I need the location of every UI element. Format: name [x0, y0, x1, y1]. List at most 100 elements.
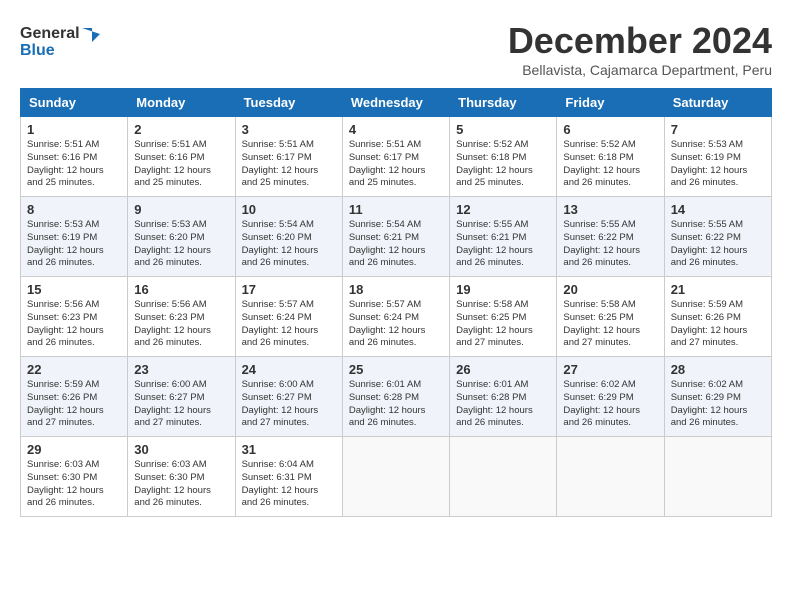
day-number: 28	[671, 362, 765, 377]
day-info: Sunrise: 5:53 AM Sunset: 6:20 PM Dayligh…	[134, 219, 228, 270]
day-info: Sunrise: 6:02 AM Sunset: 6:29 PM Dayligh…	[671, 379, 765, 430]
day-number: 5	[456, 122, 550, 137]
day-info: Sunrise: 5:52 AM Sunset: 6:18 PM Dayligh…	[563, 139, 657, 190]
calendar-week-row: 29 Sunrise: 6:03 AM Sunset: 6:30 PM Dayli…	[21, 437, 772, 517]
title-block: December 2024 Bellavista, Cajamarca Depa…	[508, 20, 772, 78]
day-number: 2	[134, 122, 228, 137]
day-number: 14	[671, 202, 765, 217]
day-number: 21	[671, 282, 765, 297]
calendar-cell: 24Sunrise: 6:00 AM Sunset: 6:27 PM Dayli…	[235, 357, 342, 437]
calendar-week-row: 1Sunrise: 5:51 AM Sunset: 6:16 PM Daylig…	[21, 117, 772, 197]
day-number: 15	[27, 282, 121, 297]
day-number: 31	[242, 442, 336, 457]
day-number: 24	[242, 362, 336, 377]
day-info: Sunrise: 5:51 AM Sunset: 6:17 PM Dayligh…	[242, 139, 336, 190]
calendar-cell: 8Sunrise: 5:53 AM Sunset: 6:19 PM Daylig…	[21, 197, 128, 277]
calendar-cell: 28 Sunrise: 6:02 AM Sunset: 6:29 PM Dayli…	[664, 357, 771, 437]
column-header-sunday: Sunday	[21, 89, 128, 117]
day-number: 29	[27, 442, 121, 457]
calendar-cell: 22Sunrise: 5:59 AM Sunset: 6:26 PM Dayli…	[21, 357, 128, 437]
calendar-cell	[664, 437, 771, 517]
day-number: 27	[563, 362, 657, 377]
calendar-header-row: SundayMondayTuesdayWednesdayThursdayFrid…	[21, 89, 772, 117]
day-number: 4	[349, 122, 443, 137]
calendar-cell: 21 Sunrise: 5:59 AM Sunset: 6:26 PM Dayli…	[664, 277, 771, 357]
day-number: 30	[134, 442, 228, 457]
calendar-cell: 27Sunrise: 6:02 AM Sunset: 6:29 PM Dayli…	[557, 357, 664, 437]
day-info: Sunrise: 5:58 AM Sunset: 6:25 PM Dayligh…	[563, 299, 657, 350]
day-number: 23	[134, 362, 228, 377]
calendar-cell: 16Sunrise: 5:56 AM Sunset: 6:23 PM Dayli…	[128, 277, 235, 357]
day-info: Sunrise: 5:51 AM Sunset: 6:17 PM Dayligh…	[349, 139, 443, 190]
day-info: Sunrise: 5:57 AM Sunset: 6:24 PM Dayligh…	[242, 299, 336, 350]
calendar-cell: 31 Sunrise: 6:04 AM Sunset: 6:31 PM Dayli…	[235, 437, 342, 517]
day-info: Sunrise: 5:51 AM Sunset: 6:16 PM Dayligh…	[134, 139, 228, 190]
day-info: Sunrise: 5:55 AM Sunset: 6:22 PM Dayligh…	[563, 219, 657, 270]
day-info: Sunrise: 5:59 AM Sunset: 6:26 PM Dayligh…	[671, 299, 765, 350]
location: Bellavista, Cajamarca Department, Peru	[508, 62, 772, 78]
day-info: Sunrise: 5:55 AM Sunset: 6:22 PM Dayligh…	[671, 219, 765, 270]
calendar-week-row: 8Sunrise: 5:53 AM Sunset: 6:19 PM Daylig…	[21, 197, 772, 277]
calendar-cell: 5 Sunrise: 5:52 AM Sunset: 6:18 PM Daylig…	[450, 117, 557, 197]
day-number: 22	[27, 362, 121, 377]
day-number: 20	[563, 282, 657, 297]
day-info: Sunrise: 5:56 AM Sunset: 6:23 PM Dayligh…	[134, 299, 228, 350]
calendar-cell: 17 Sunrise: 5:57 AM Sunset: 6:24 PM Dayli…	[235, 277, 342, 357]
logo: General Blue	[20, 20, 100, 60]
day-info: Sunrise: 5:52 AM Sunset: 6:18 PM Dayligh…	[456, 139, 550, 190]
calendar-cell: 18Sunrise: 5:57 AM Sunset: 6:24 PM Dayli…	[342, 277, 449, 357]
day-info: Sunrise: 6:03 AM Sunset: 6:30 PM Dayligh…	[134, 459, 228, 510]
day-info: Sunrise: 6:03 AM Sunset: 6:30 PM Dayligh…	[27, 459, 121, 510]
day-number: 9	[134, 202, 228, 217]
calendar-week-row: 15 Sunrise: 5:56 AM Sunset: 6:23 PM Dayli…	[21, 277, 772, 357]
calendar-cell: 13 Sunrise: 5:55 AM Sunset: 6:22 PM Dayli…	[557, 197, 664, 277]
day-info: Sunrise: 5:53 AM Sunset: 6:19 PM Dayligh…	[27, 219, 121, 270]
calendar-cell: 3Sunrise: 5:51 AM Sunset: 6:17 PM Daylig…	[235, 117, 342, 197]
calendar-table: SundayMondayTuesdayWednesdayThursdayFrid…	[20, 88, 772, 517]
day-info: Sunrise: 5:55 AM Sunset: 6:21 PM Dayligh…	[456, 219, 550, 270]
day-number: 13	[563, 202, 657, 217]
day-info: Sunrise: 5:54 AM Sunset: 6:21 PM Dayligh…	[349, 219, 443, 270]
calendar-cell	[557, 437, 664, 517]
calendar-cell: 19 Sunrise: 5:58 AM Sunset: 6:25 PM Dayli…	[450, 277, 557, 357]
calendar-cell: 30 Sunrise: 6:03 AM Sunset: 6:30 PM Dayli…	[128, 437, 235, 517]
day-number: 7	[671, 122, 765, 137]
calendar-cell: 23 Sunrise: 6:00 AM Sunset: 6:27 PM Dayli…	[128, 357, 235, 437]
day-number: 19	[456, 282, 550, 297]
day-number: 18	[349, 282, 443, 297]
day-info: Sunrise: 5:51 AM Sunset: 6:16 PM Dayligh…	[27, 139, 121, 190]
calendar-cell: 20 Sunrise: 5:58 AM Sunset: 6:25 PM Dayli…	[557, 277, 664, 357]
calendar-cell: 26Sunrise: 6:01 AM Sunset: 6:28 PM Dayli…	[450, 357, 557, 437]
day-info: Sunrise: 5:53 AM Sunset: 6:19 PM Dayligh…	[671, 139, 765, 190]
column-header-wednesday: Wednesday	[342, 89, 449, 117]
day-info: Sunrise: 6:01 AM Sunset: 6:28 PM Dayligh…	[349, 379, 443, 430]
column-header-saturday: Saturday	[664, 89, 771, 117]
column-header-thursday: Thursday	[450, 89, 557, 117]
day-info: Sunrise: 6:01 AM Sunset: 6:28 PM Dayligh…	[456, 379, 550, 430]
calendar-cell: 7 Sunrise: 5:53 AM Sunset: 6:19 PM Daylig…	[664, 117, 771, 197]
day-info: Sunrise: 6:04 AM Sunset: 6:31 PM Dayligh…	[242, 459, 336, 510]
day-number: 25	[349, 362, 443, 377]
calendar-cell	[342, 437, 449, 517]
day-info: Sunrise: 6:00 AM Sunset: 6:27 PM Dayligh…	[134, 379, 228, 430]
day-number: 6	[563, 122, 657, 137]
day-number: 12	[456, 202, 550, 217]
day-info: Sunrise: 5:56 AM Sunset: 6:23 PM Dayligh…	[27, 299, 121, 350]
column-header-tuesday: Tuesday	[235, 89, 342, 117]
calendar-cell: 25 Sunrise: 6:01 AM Sunset: 6:28 PM Dayli…	[342, 357, 449, 437]
calendar-cell: 14 Sunrise: 5:55 AM Sunset: 6:22 PM Dayli…	[664, 197, 771, 277]
calendar-cell: 10Sunrise: 5:54 AM Sunset: 6:20 PM Dayli…	[235, 197, 342, 277]
calendar-cell: 2 Sunrise: 5:51 AM Sunset: 6:16 PM Daylig…	[128, 117, 235, 197]
day-number: 17	[242, 282, 336, 297]
calendar-cell: 9 Sunrise: 5:53 AM Sunset: 6:20 PM Daylig…	[128, 197, 235, 277]
column-header-monday: Monday	[128, 89, 235, 117]
column-header-friday: Friday	[557, 89, 664, 117]
calendar-cell: 6 Sunrise: 5:52 AM Sunset: 6:18 PM Daylig…	[557, 117, 664, 197]
calendar-cell	[450, 437, 557, 517]
day-info: Sunrise: 5:58 AM Sunset: 6:25 PM Dayligh…	[456, 299, 550, 350]
logo-svg: General Blue	[20, 20, 100, 60]
month-title: December 2024	[508, 20, 772, 62]
day-number: 10	[242, 202, 336, 217]
calendar-cell: 15 Sunrise: 5:56 AM Sunset: 6:23 PM Dayli…	[21, 277, 128, 357]
svg-text:Blue: Blue	[20, 42, 55, 59]
